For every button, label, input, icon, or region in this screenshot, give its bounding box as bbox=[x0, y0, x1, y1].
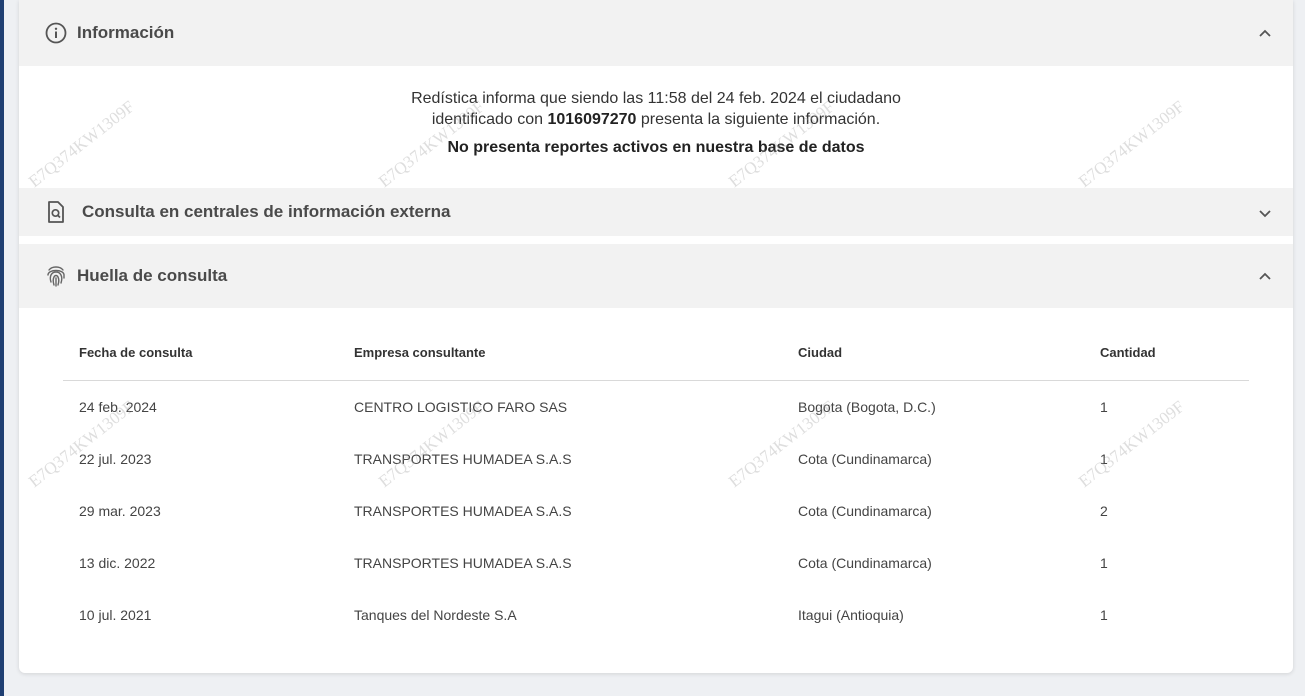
column-header-date: Fecha de consulta bbox=[79, 345, 193, 360]
table-row: 24 feb. 2024 CENTRO LOGISTICO FARO SAS B… bbox=[63, 381, 1249, 433]
status-message: No presenta reportes activos en nuestra … bbox=[447, 139, 865, 156]
info-message-line1: Redística informa que siendo las 11:58 d… bbox=[411, 90, 901, 107]
cell-quantity: 1 bbox=[1100, 555, 1108, 571]
info-line2-prefix: identificado con bbox=[431, 111, 548, 128]
cell-company: TRANSPORTES HUMADEA S.A.S bbox=[354, 555, 572, 571]
column-header-quantity: Cantidad bbox=[1100, 345, 1156, 360]
column-header-city: Ciudad bbox=[798, 345, 843, 360]
cell-company: CENTRO LOGISTICO FARO SAS bbox=[354, 399, 568, 415]
table-row: 10 jul. 2021 Tanques del Nordeste S.A It… bbox=[63, 589, 1249, 641]
info-section-body: Redística informa que siendo las 11:58 d… bbox=[19, 66, 1293, 188]
chevron-down-icon[interactable] bbox=[1257, 206, 1273, 222]
footprint-section-header[interactable]: Huella de consulta bbox=[19, 244, 1293, 308]
report-card: Información Redística informa que siendo… bbox=[19, 0, 1293, 673]
cell-date: 24 feb. 2024 bbox=[79, 399, 157, 415]
cell-city: Itagui (Antioquia) bbox=[798, 607, 904, 623]
external-section-header[interactable]: Consulta en centrales de información ext… bbox=[19, 188, 1293, 236]
fingerprint-icon bbox=[44, 264, 68, 288]
info-circle-icon bbox=[44, 21, 68, 45]
cell-city: Cota (Cundinamarca) bbox=[798, 555, 932, 571]
info-section-title: Información bbox=[77, 23, 175, 42]
cell-date: 13 dic. 2022 bbox=[79, 555, 156, 571]
cell-date: 22 jul. 2023 bbox=[79, 451, 152, 467]
table-header-row: Fecha de consulta Empresa consultante Ci… bbox=[63, 330, 1249, 381]
table-row: 13 dic. 2022 TRANSPORTES HUMADEA S.A.S C… bbox=[63, 537, 1249, 589]
footprint-section-title: Huella de consulta bbox=[77, 266, 228, 285]
cell-company: TRANSPORTES HUMADEA S.A.S bbox=[354, 503, 572, 519]
cell-city: Bogota (Bogota, D.C.) bbox=[798, 399, 936, 415]
chevron-up-icon[interactable] bbox=[1257, 268, 1273, 284]
cell-quantity: 1 bbox=[1100, 607, 1108, 623]
cell-date: 29 mar. 2023 bbox=[79, 503, 161, 519]
external-section-title: Consulta en centrales de información ext… bbox=[82, 202, 451, 221]
cell-quantity: 2 bbox=[1100, 503, 1108, 519]
cell-company: Tanques del Nordeste S.A bbox=[354, 607, 517, 623]
cell-city: Cota (Cundinamarca) bbox=[798, 503, 932, 519]
info-line2-suffix: presenta la siguiente información. bbox=[636, 111, 881, 128]
id-number: 1016097270 bbox=[547, 111, 637, 128]
info-section-header[interactable]: Información bbox=[19, 0, 1293, 66]
table-row: 22 jul. 2023 TRANSPORTES HUMADEA S.A.S C… bbox=[63, 433, 1249, 485]
document-search-icon bbox=[44, 200, 68, 224]
cell-quantity: 1 bbox=[1100, 399, 1108, 415]
cell-company: TRANSPORTES HUMADEA S.A.S bbox=[354, 451, 572, 467]
column-header-company: Empresa consultante bbox=[354, 345, 486, 360]
chevron-up-icon[interactable] bbox=[1257, 25, 1273, 41]
cell-city: Cota (Cundinamarca) bbox=[798, 451, 932, 467]
left-accent-bar bbox=[0, 0, 4, 696]
footprint-table: Fecha de consulta Empresa consultante Ci… bbox=[63, 330, 1249, 641]
info-message-line2: identificado con 1016097270 presenta la … bbox=[19, 111, 1293, 129]
cell-quantity: 1 bbox=[1100, 451, 1108, 467]
cell-date: 10 jul. 2021 bbox=[79, 607, 152, 623]
table-row: 29 mar. 2023 TRANSPORTES HUMADEA S.A.S C… bbox=[63, 485, 1249, 537]
